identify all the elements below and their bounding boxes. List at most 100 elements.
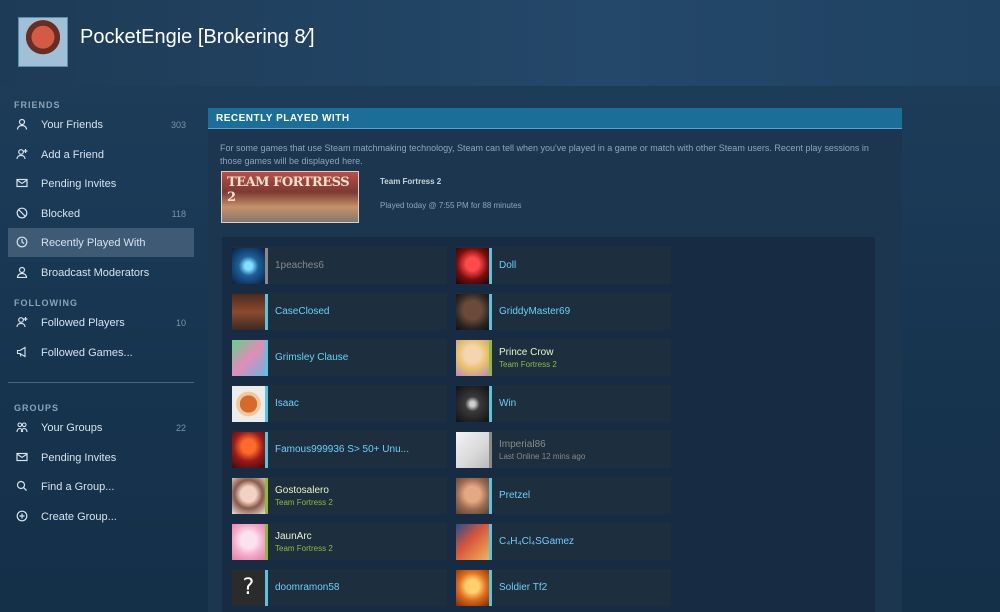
envelope-icon (15, 451, 29, 465)
friend-avatar (232, 431, 268, 468)
friend-avatar (232, 523, 268, 560)
blocked-count: 118 (171, 208, 186, 219)
friend-avatar (456, 385, 492, 422)
friend-name: Pretzel (499, 490, 531, 501)
friend-tile[interactable]: Pretzel (456, 477, 671, 514)
sidebar: FRIENDS Your Friends 303 Add a Friend Pe… (0, 96, 200, 612)
sidebar-item-pending-invites[interactable]: Pending Invites (8, 169, 194, 198)
friend-avatar (456, 477, 492, 514)
profile-name[interactable]: PocketEngie [Brokering 8⁄] (80, 26, 315, 49)
sidebar-item-label: Blocked (41, 207, 81, 220)
friend-name: JaunArc (275, 530, 312, 542)
sidebar-item-recently-played[interactable]: Recently Played With (8, 228, 194, 257)
envelope-icon (15, 177, 29, 191)
sidebar-item-label: Add a Friend (41, 148, 104, 161)
sidebar-item-label: Create Group... (41, 510, 117, 523)
game-banner[interactable]: TEAM FORTRESS 2 (221, 171, 359, 223)
friend-tile[interactable]: Famous999936 S> 50+ Unu... (232, 431, 447, 468)
sidebar-item-add-friend[interactable]: Add a Friend (8, 140, 194, 169)
friend-name: C₄H₄Cl₄SGamez (499, 536, 575, 547)
friend-name: 1peaches6 (275, 260, 324, 271)
friends-grid: 1peaches6 Doll CaseClosed GriddyMaster69… (222, 237, 875, 612)
friend-avatar (232, 247, 268, 284)
friend-name: Win (499, 398, 517, 409)
question-mark-avatar-icon: ? (232, 569, 268, 606)
sidebar-item-label: Your Groups (41, 421, 103, 434)
friend-tile[interactable]: ? doomramon58 (232, 569, 447, 606)
friend-avatar (456, 247, 492, 284)
sidebar-item-your-friends[interactable]: Your Friends 303 (8, 110, 194, 139)
sidebar-item-label: Pending Invites (41, 177, 117, 190)
friend-avatar (456, 523, 492, 560)
friend-name: CaseClosed (275, 306, 330, 317)
friend-tile[interactable]: Imperial86 Last Online 12 mins ago (456, 431, 671, 468)
clock-icon (15, 236, 29, 250)
friend-tile[interactable]: GriddyMaster69 (456, 293, 671, 330)
friend-name: Prince Crow (499, 346, 554, 358)
friend-name: doomramon58 (275, 582, 340, 593)
sidebar-item-followed-players[interactable]: Followed Players 10 (8, 308, 194, 337)
friend-avatar (456, 339, 492, 376)
game-played-time: Played today @ 7:55 PM for 88 minutes (380, 201, 522, 210)
panel-header: RECENTLY PLAYED WITH (208, 108, 902, 129)
game-banner-logo: TEAM FORTRESS 2 (227, 175, 350, 205)
followed-players-icon (15, 316, 29, 330)
friend-status: Last Online 12 mins ago (499, 451, 586, 461)
game-name[interactable]: Team Fortress 2 (380, 177, 441, 186)
sidebar-item-followed-games[interactable]: Followed Games... (8, 338, 194, 367)
friend-avatar (456, 569, 492, 606)
friend-tile[interactable]: Gostosalero Team Fortress 2 (232, 477, 447, 514)
friend-avatar (456, 293, 492, 330)
friend-avatar (232, 385, 268, 422)
friend-name: GriddyMaster69 (499, 306, 571, 317)
sidebar-item-label: Followed Games... (41, 346, 133, 359)
friend-name: Gostosalero (275, 484, 329, 496)
blocked-icon (15, 207, 29, 221)
sidebar-item-create-group[interactable]: Create Group... (8, 502, 194, 531)
friend-name: Doll (499, 260, 517, 271)
friend-status: Team Fortress 2 (275, 497, 333, 507)
friend-avatar (232, 293, 268, 330)
friend-tile[interactable]: Win (456, 385, 671, 422)
followed-players-count: 10 (175, 317, 186, 328)
add-person-icon (15, 148, 29, 162)
friend-tile[interactable]: C₄H₄Cl₄SGamez (456, 523, 671, 560)
recently-played-panel: RECENTLY PLAYED WITH For some games that… (208, 108, 902, 612)
sidebar-item-blocked[interactable]: Blocked 118 (8, 199, 194, 228)
friend-tile[interactable]: CaseClosed (232, 293, 447, 330)
friend-tile[interactable]: Prince Crow Team Fortress 2 (456, 339, 671, 376)
sidebar-item-your-groups[interactable]: Your Groups 22 (8, 413, 194, 442)
sidebar-divider (8, 382, 194, 383)
friend-tile[interactable]: Isaac (232, 385, 447, 422)
panel-description: For some games that use Steam matchmakin… (220, 143, 869, 166)
sidebar-item-find-group[interactable]: Find a Group... (8, 472, 194, 501)
friend-name: Famous999936 S> 50+ Unu... (275, 444, 409, 455)
following-section-title: FOLLOWING (14, 298, 78, 308)
friend-tile[interactable]: 1peaches6 (232, 247, 447, 284)
profile-avatar[interactable] (18, 17, 68, 67)
friend-name: Grimsley Clause (275, 352, 349, 363)
sidebar-item-group-pending-invites[interactable]: Pending Invites (8, 443, 194, 472)
search-icon (15, 480, 29, 494)
friend-name: Soldier Tf2 (499, 582, 548, 593)
friend-status: Team Fortress 2 (499, 359, 557, 369)
sidebar-item-label: Broadcast Moderators (41, 266, 150, 279)
friend-status: Team Fortress 2 (275, 543, 333, 553)
friend-tile[interactable]: Soldier Tf2 (456, 569, 671, 606)
friend-name: Isaac (275, 398, 299, 409)
sidebar-item-label: Recently Played With (41, 236, 146, 249)
friend-tile[interactable]: Doll (456, 247, 671, 284)
profile-header: PocketEngie [Brokering 8⁄] (0, 0, 1000, 86)
moderator-icon (15, 266, 29, 280)
friend-tile[interactable]: JaunArc Team Fortress 2 (232, 523, 447, 560)
friend-tile[interactable]: Grimsley Clause (232, 339, 447, 376)
sidebar-item-label: Followed Players (41, 316, 125, 329)
sidebar-item-broadcast-moderators[interactable]: Broadcast Moderators (8, 258, 194, 287)
friend-avatar (232, 339, 268, 376)
friends-count: 303 (170, 119, 186, 130)
sidebar-item-label: Your Friends (41, 118, 103, 131)
friend-avatar (456, 431, 492, 468)
friends-section-title: FRIENDS (14, 100, 61, 110)
plus-circle-icon (15, 510, 29, 524)
friend-avatar (232, 477, 268, 514)
